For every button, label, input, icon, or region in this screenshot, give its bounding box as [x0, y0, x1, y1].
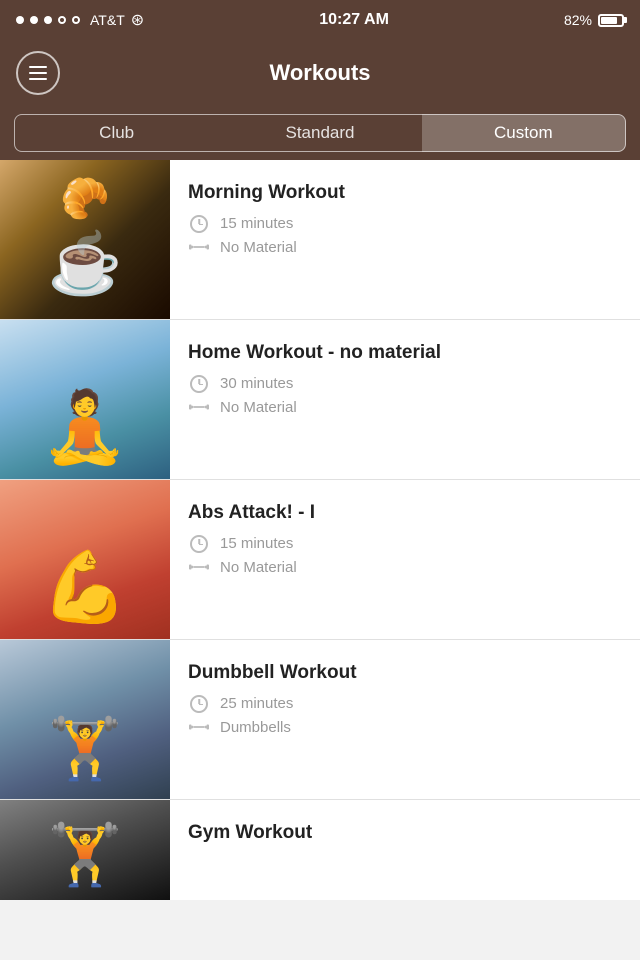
workout-meta: 25 minutes Dumbbells	[188, 695, 624, 736]
signal-dot-4	[58, 16, 66, 24]
status-bar: AT&T ⊛ 10:27 AM 82%	[0, 0, 640, 40]
hamburger-icon	[29, 66, 47, 80]
workout-name: Gym Workout	[188, 822, 624, 845]
list-item[interactable]: Home Workout - no material 30 minutes	[0, 320, 640, 480]
tab-standard[interactable]: Standard	[218, 114, 421, 152]
workout-name: Abs Attack! - I	[188, 502, 624, 525]
status-time: 10:27 AM	[319, 11, 389, 29]
workout-name: Home Workout - no material	[188, 342, 624, 365]
dumbbell-icon	[188, 720, 210, 734]
workout-list: Morning Workout 15 minutes	[0, 160, 640, 900]
battery-percent: 82%	[564, 12, 592, 28]
duration-row: 25 minutes	[188, 695, 624, 713]
list-item[interactable]: Gym Workout	[0, 800, 640, 900]
status-left: AT&T ⊛	[16, 10, 144, 30]
clock-icon	[188, 695, 210, 713]
workout-thumbnail-home	[0, 320, 170, 479]
duration-row: 15 minutes	[188, 535, 624, 553]
header-title: Workouts	[269, 60, 370, 86]
workout-info-abs: Abs Attack! - I 15 minutes	[170, 480, 640, 639]
clock-icon	[188, 535, 210, 553]
material-row: Dumbbells	[188, 719, 624, 736]
tab-bar: Club Standard Custom	[0, 106, 640, 160]
duration-label: 30 minutes	[220, 375, 293, 392]
signal-dot-1	[16, 16, 24, 24]
material-label: Dumbbells	[220, 719, 291, 736]
battery-fill	[601, 17, 617, 24]
material-row: No Material	[188, 399, 624, 416]
dumbbell-icon	[188, 560, 210, 574]
duration-row: 30 minutes	[188, 375, 624, 393]
battery-icon	[598, 14, 624, 27]
tab-club[interactable]: Club	[14, 114, 218, 152]
header: Workouts	[0, 40, 640, 106]
clock-icon	[188, 375, 210, 393]
duration-row: 15 minutes	[188, 215, 624, 233]
clock-icon	[188, 215, 210, 233]
workout-thumbnail-dumbbell	[0, 640, 170, 799]
signal-dot-3	[44, 16, 52, 24]
carrier-label: AT&T	[90, 12, 125, 28]
workout-thumbnail-abs	[0, 480, 170, 639]
wifi-icon: ⊛	[131, 10, 144, 30]
material-label: No Material	[220, 559, 297, 576]
workout-meta: 15 minutes No Material	[188, 535, 624, 576]
dumbbell-icon	[188, 240, 210, 254]
duration-label: 15 minutes	[220, 535, 293, 552]
workout-meta: 30 minutes No Material	[188, 375, 624, 416]
workout-info-dumbbell: Dumbbell Workout 25 minutes	[170, 640, 640, 799]
signal-dot-2	[30, 16, 38, 24]
material-row: No Material	[188, 239, 624, 256]
workout-name: Dumbbell Workout	[188, 662, 624, 685]
duration-label: 15 minutes	[220, 215, 293, 232]
list-item[interactable]: Abs Attack! - I 15 minutes	[0, 480, 640, 640]
workout-info-gym: Gym Workout	[170, 800, 640, 900]
list-item[interactable]: Morning Workout 15 minutes	[0, 160, 640, 320]
workout-info-home: Home Workout - no material 30 minutes	[170, 320, 640, 479]
status-right: 82%	[564, 12, 624, 28]
signal-dot-5	[72, 16, 80, 24]
workout-meta: 15 minutes No Material	[188, 215, 624, 256]
material-label: No Material	[220, 399, 297, 416]
dumbbell-icon	[188, 400, 210, 414]
list-item[interactable]: Dumbbell Workout 25 minutes	[0, 640, 640, 800]
workout-info-morning: Morning Workout 15 minutes	[170, 160, 640, 319]
workout-thumbnail-morning	[0, 160, 170, 319]
material-row: No Material	[188, 559, 624, 576]
tab-custom[interactable]: Custom	[422, 114, 626, 152]
duration-label: 25 minutes	[220, 695, 293, 712]
material-label: No Material	[220, 239, 297, 256]
workout-name: Morning Workout	[188, 182, 624, 205]
menu-button[interactable]	[16, 51, 60, 95]
workout-thumbnail-gym	[0, 800, 170, 900]
